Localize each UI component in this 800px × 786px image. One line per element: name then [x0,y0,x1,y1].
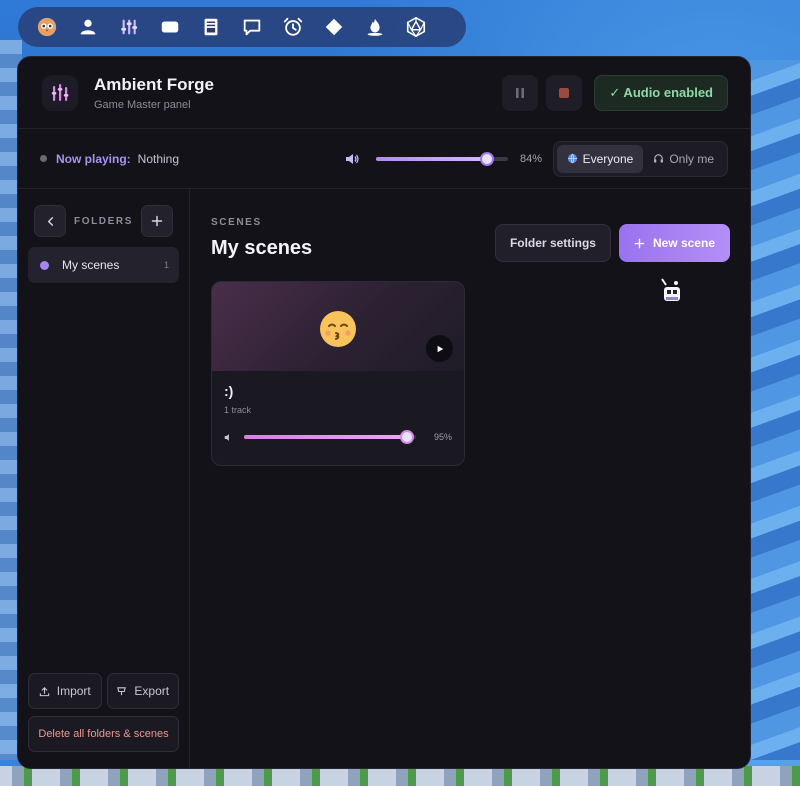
folder-settings-button[interactable]: Folder settings [494,224,611,262]
scenes-panel: SCENES My scenes Folder settings New sce… [190,189,750,768]
play-icon [437,345,443,352]
scene-volume: 95% [224,430,452,444]
scene-card[interactable]: :) 1 track 95% [211,281,465,466]
journal-icon[interactable] [190,7,231,47]
ambient-forge-window: Ambient Forge Game Master panel ✓ Audio … [17,56,751,769]
master-volume-knob[interactable] [479,151,494,166]
card-icon[interactable] [149,7,190,47]
headphones-icon [654,154,664,163]
export-button[interactable]: Export [106,673,179,709]
mixer-icon[interactable] [108,7,149,47]
window-header: Ambient Forge Game Master panel ✓ Audio … [18,57,750,129]
now-playing-bar: Now playing: Nothing 84% Everyone Only m… [18,129,750,189]
audio-enabled-button[interactable]: ✓ Audio enabled [594,74,728,111]
import-button[interactable]: Import [28,673,102,709]
plus-icon [634,238,645,248]
scene-card-banner [212,282,464,371]
plus-icon [151,215,163,227]
chat-icon[interactable] [231,7,272,47]
stop-icon [559,87,570,98]
stop-button[interactable] [546,74,583,111]
top-toolbar [18,7,466,47]
user-icon[interactable] [67,7,108,47]
scene-play-button[interactable] [426,335,453,362]
folder-item[interactable]: My scenes 1 [28,247,179,283]
audience-everyone-option[interactable]: Everyone [556,144,644,173]
add-folder-button[interactable] [140,205,173,237]
mixer-logo-icon [51,83,69,101]
folders-title: FOLDERS [74,215,133,227]
kissing-face-icon [320,311,356,347]
chevron-left-icon [47,216,53,226]
scene-track-count: 1 track [224,405,252,415]
folder-name: My scenes [62,258,120,272]
folder-count: 1 [163,260,169,270]
globe-icon [567,153,577,164]
speaker-icon[interactable] [224,433,233,442]
audience-everyone-label: Everyone [582,151,634,166]
pause-button[interactable] [502,74,539,111]
scene-volume-fill [244,435,408,439]
master-volume-slider[interactable] [376,151,509,166]
folder-color-dot [40,260,49,270]
diamond-icon[interactable] [313,7,354,47]
scene-volume-slider[interactable] [244,430,416,444]
audience-toggle: Everyone Only me [552,140,728,177]
export-label: Export [134,684,170,698]
app-title: Ambient Forge [94,74,214,94]
status-dot [40,155,47,162]
delete-all-button[interactable]: Delete all folders & scenes [28,716,179,752]
d20-icon[interactable] [395,7,436,47]
master-volume-percent: 84% [520,152,543,165]
collapse-sidebar-button[interactable] [34,205,66,237]
pause-icon [516,87,525,98]
now-playing-value: Nothing [137,151,180,166]
upload-icon [39,686,49,696]
scene-name: :) [224,383,234,399]
fire-icon[interactable] [354,7,395,47]
cursor-sprite-icon [661,278,680,301]
import-label: Import [56,684,91,698]
app-logo [42,74,78,111]
owl-icon[interactable] [26,7,67,47]
audience-only-me-label: Only me [669,151,714,166]
folders-sidebar: FOLDERS My scenes 1 Import Export Delete… [18,189,190,768]
alarm-icon[interactable] [272,7,313,47]
scene-volume-percent: 95% [433,432,452,442]
audience-only-me-option[interactable]: Only me [643,145,724,173]
download-icon [117,686,127,695]
now-playing-label: Now playing: [56,151,131,166]
scene-volume-knob[interactable] [400,430,415,444]
master-volume: 84% [344,151,542,167]
new-scene-button[interactable]: New scene [618,224,730,262]
speaker-icon[interactable] [344,151,360,167]
app-subtitle: Game Master panel [94,98,191,111]
new-scene-label: New scene [652,236,715,250]
master-volume-fill [376,156,487,161]
